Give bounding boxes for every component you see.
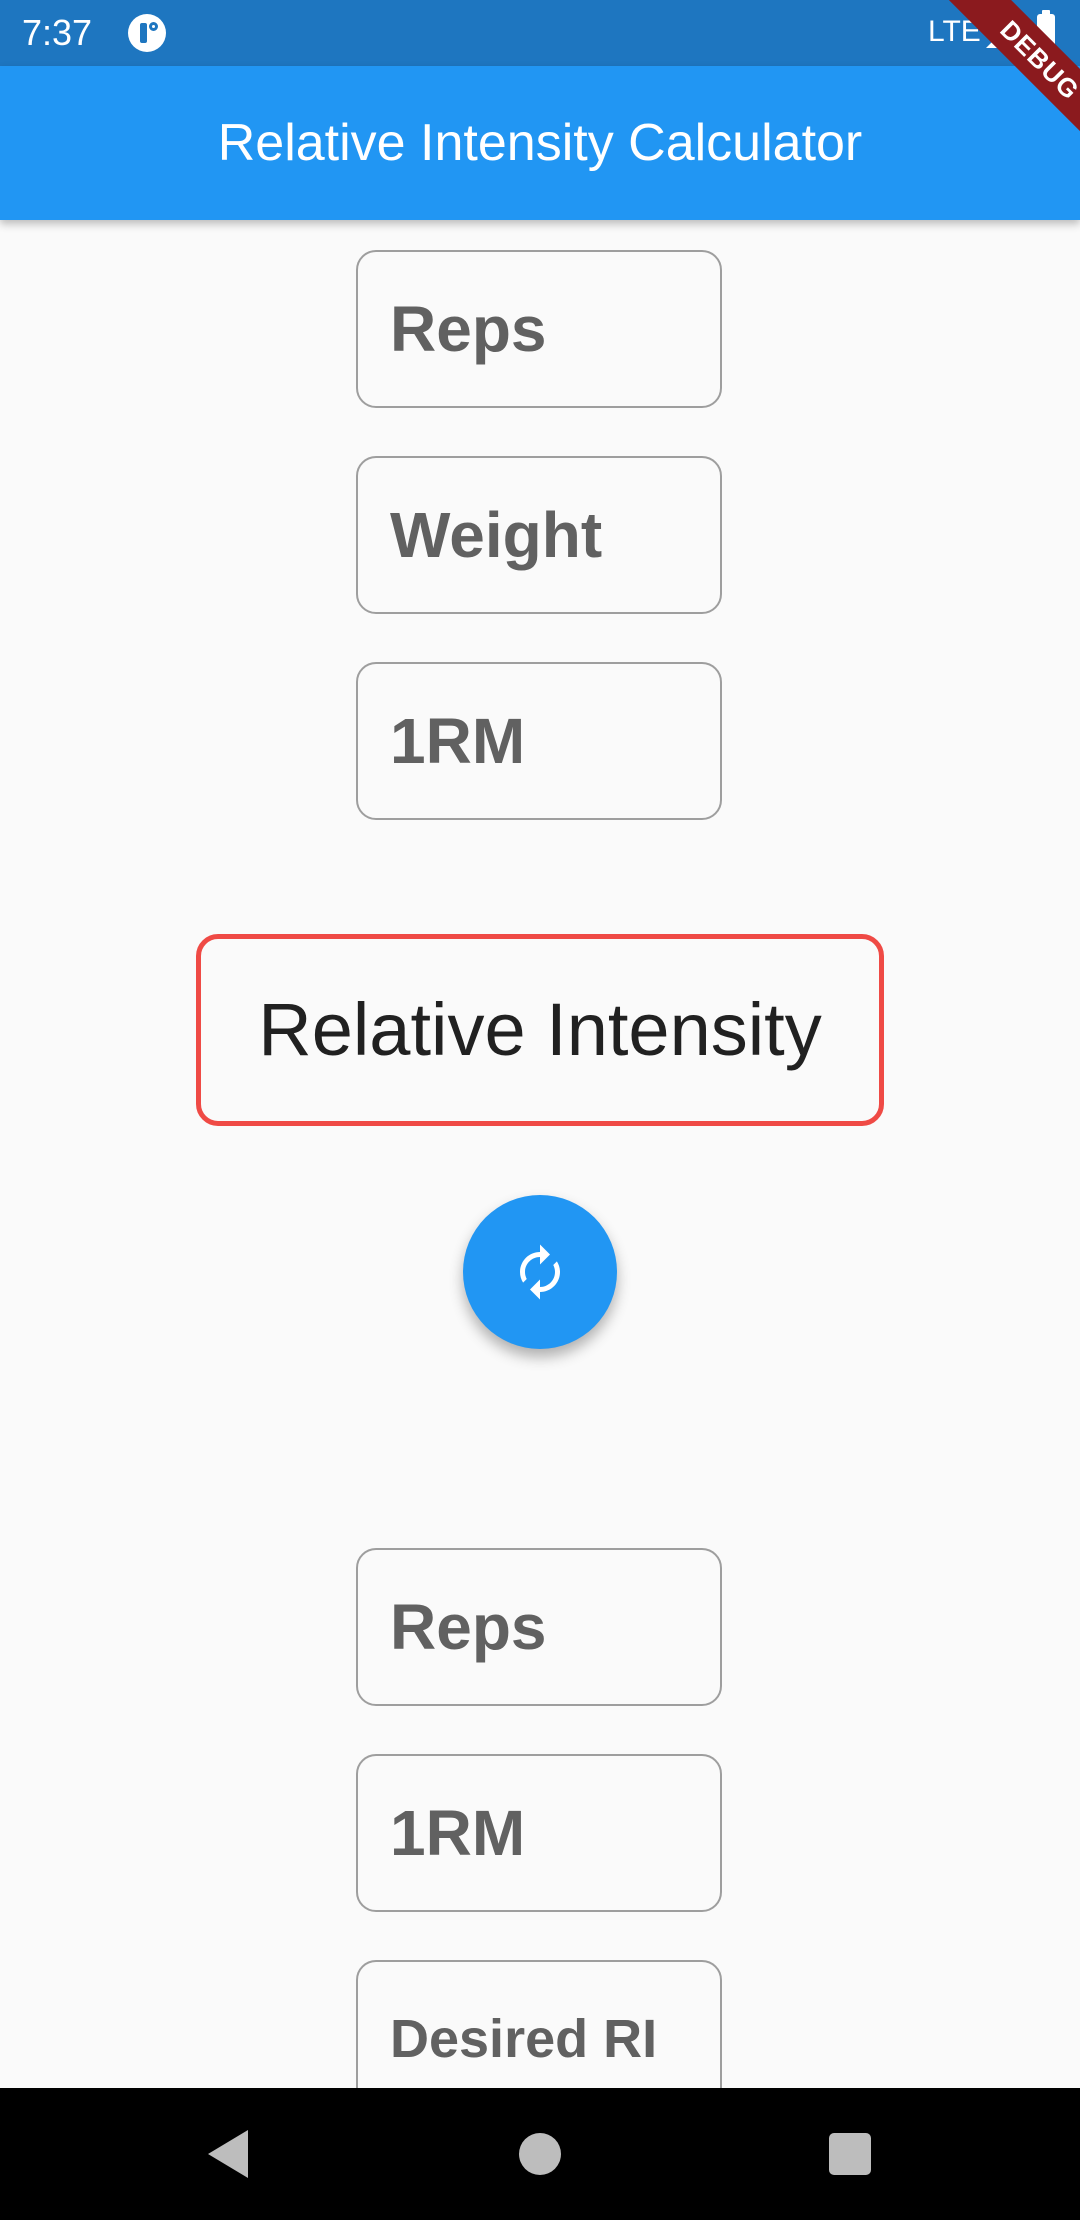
one-rm-input-2[interactable]: 1RM [356,1754,722,1912]
weight-input[interactable]: Weight [356,456,722,614]
refresh-icon [520,1244,560,1300]
app-bar: Relative Intensity Calculator [0,66,1080,220]
screen: 7:37 LTE DEBUG Relative Intensity Calcul… [0,0,1080,2220]
reps-input-2[interactable]: Reps [356,1548,722,1706]
recents-icon[interactable] [829,2133,871,2175]
status-time: 7:37 [22,12,93,53]
app-title: Relative Intensity Calculator [217,114,863,172]
one-rm-input-label: 1RM [390,705,526,777]
back-icon[interactable] [204,2128,252,2180]
home-icon[interactable] [519,2133,561,2175]
one-rm-input[interactable]: 1RM [356,662,722,820]
navigation-bar [0,2088,1080,2220]
weight-input-label: Weight [390,499,603,571]
relative-intensity-result: Relative Intensity [196,934,884,1126]
refresh-button[interactable] [463,1195,617,1349]
reps-input-2-label: Reps [390,1591,547,1663]
reps-input[interactable]: Reps [356,250,722,408]
status-bar: 7:37 LTE [0,0,1080,66]
one-rm-input-2-label: 1RM [390,1797,526,1869]
reps-input-label: Reps [390,293,547,365]
relative-intensity-result-text: Relative Intensity [258,988,822,1071]
app-notification-icon [128,14,166,52]
